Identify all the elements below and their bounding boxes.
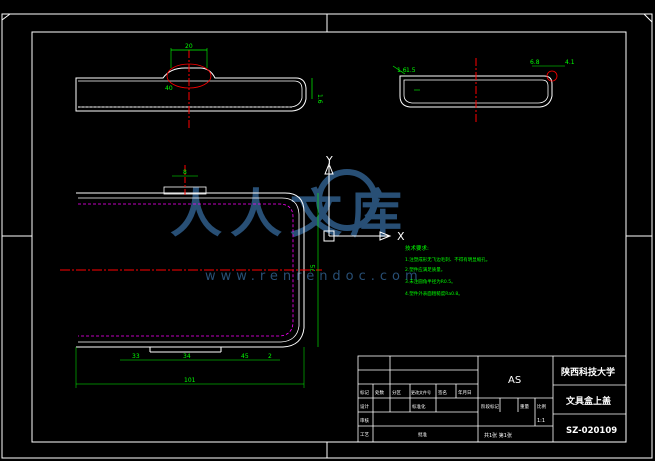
corner-trim-right — [643, 13, 653, 23]
tb-label-change-doc: 更改文件号 — [411, 389, 431, 395]
watermark: 人人文库 www.renrendoc.com — [170, 169, 418, 284]
tb-label-mark: 标记 — [360, 389, 369, 396]
plan-dim-bottom-c: 45 — [241, 353, 249, 360]
tb-school: 陕西科技大学 — [561, 366, 615, 378]
tb-label-stage: 阶段标记 — [481, 403, 499, 410]
title-block-text: AS 陕西科技大学 文具盒上盖 SZ-020109 1:1 共1张 第1张 阶段… — [360, 366, 617, 439]
ucs-y-label: Y — [325, 154, 333, 167]
tb-label-date: 年月日 — [458, 389, 472, 396]
tb-part-name: 文具盒上盖 — [565, 395, 611, 407]
side-dim-right-b: 4.1 — [565, 59, 575, 66]
tb-sheet: 共1张 第1张 — [484, 432, 512, 439]
tb-label-ratio: 比例 — [537, 403, 546, 410]
tb-label-check: 审核 — [360, 417, 369, 424]
side-dim-right-a: 6.8 — [530, 59, 540, 66]
corner-trim-left — [1, 13, 11, 21]
side-dim-top-right: 1.5 — [406, 67, 416, 74]
tb-label-count: 处数 — [375, 389, 384, 396]
tb-label-sign: 签名 — [438, 389, 447, 396]
ucs-x-label: X — [397, 230, 405, 243]
front-dim-radius: 40 — [165, 85, 173, 92]
plan-dim-overall: 101 — [184, 377, 196, 384]
tb-label-standardize: 标准化 — [412, 403, 426, 410]
tech-note-line: 4.塑件外表面粗糙度Ra0.8。 — [405, 290, 463, 297]
tech-note-line: 3.未注圆角半径为R0.5。 — [405, 278, 456, 285]
front-view-outline — [75, 67, 307, 112]
tb-label-weight: 重量 — [520, 403, 529, 410]
tb-label-zone: 分区 — [392, 389, 401, 396]
plan-dim-bottom-b: 34 — [183, 353, 191, 360]
tb-scale: 1:1 — [537, 418, 545, 424]
side-view-detail-circle — [546, 70, 558, 82]
plan-dim-tab: 8 — [183, 169, 187, 176]
tb-label-designer: 设计 — [360, 403, 369, 410]
tech-note-line: 2.塑件应满足质量。 — [405, 266, 445, 273]
side-view: 1.6 1.5 6.8 4.1 — [392, 58, 575, 124]
cad-drawing-canvas: 人人文库 www.renrendoc.com 20 40 1.6 1.6 1.5… — [1, 13, 653, 459]
front-view: 20 40 1.6 — [75, 43, 323, 128]
tech-note-line: 1.注塑成形无飞边毛刺、不得有明显缩孔。 — [405, 256, 490, 263]
tb-label-approve: 批准 — [418, 431, 427, 438]
tech-notes-heading: 技术要求: — [405, 244, 429, 252]
tech-notes: 技术要求: 1.注塑成形无飞边毛刺、不得有明显缩孔。 2.塑件应满足质量。 3.… — [405, 244, 490, 297]
plan-dim-bottom-d: 2 — [268, 353, 272, 360]
front-dim-width: 20 — [185, 43, 193, 50]
plan-dim-bottom-a: 33 — [132, 353, 140, 360]
tb-material: AS — [508, 375, 521, 386]
front-view-inner — [78, 80, 303, 108]
front-dim-height: 1.6 — [316, 94, 323, 104]
plan-dim-height: 75 — [310, 264, 317, 272]
tb-label-process: 工艺 — [360, 432, 369, 438]
tb-drawing-no: SZ-020109 — [566, 426, 617, 436]
